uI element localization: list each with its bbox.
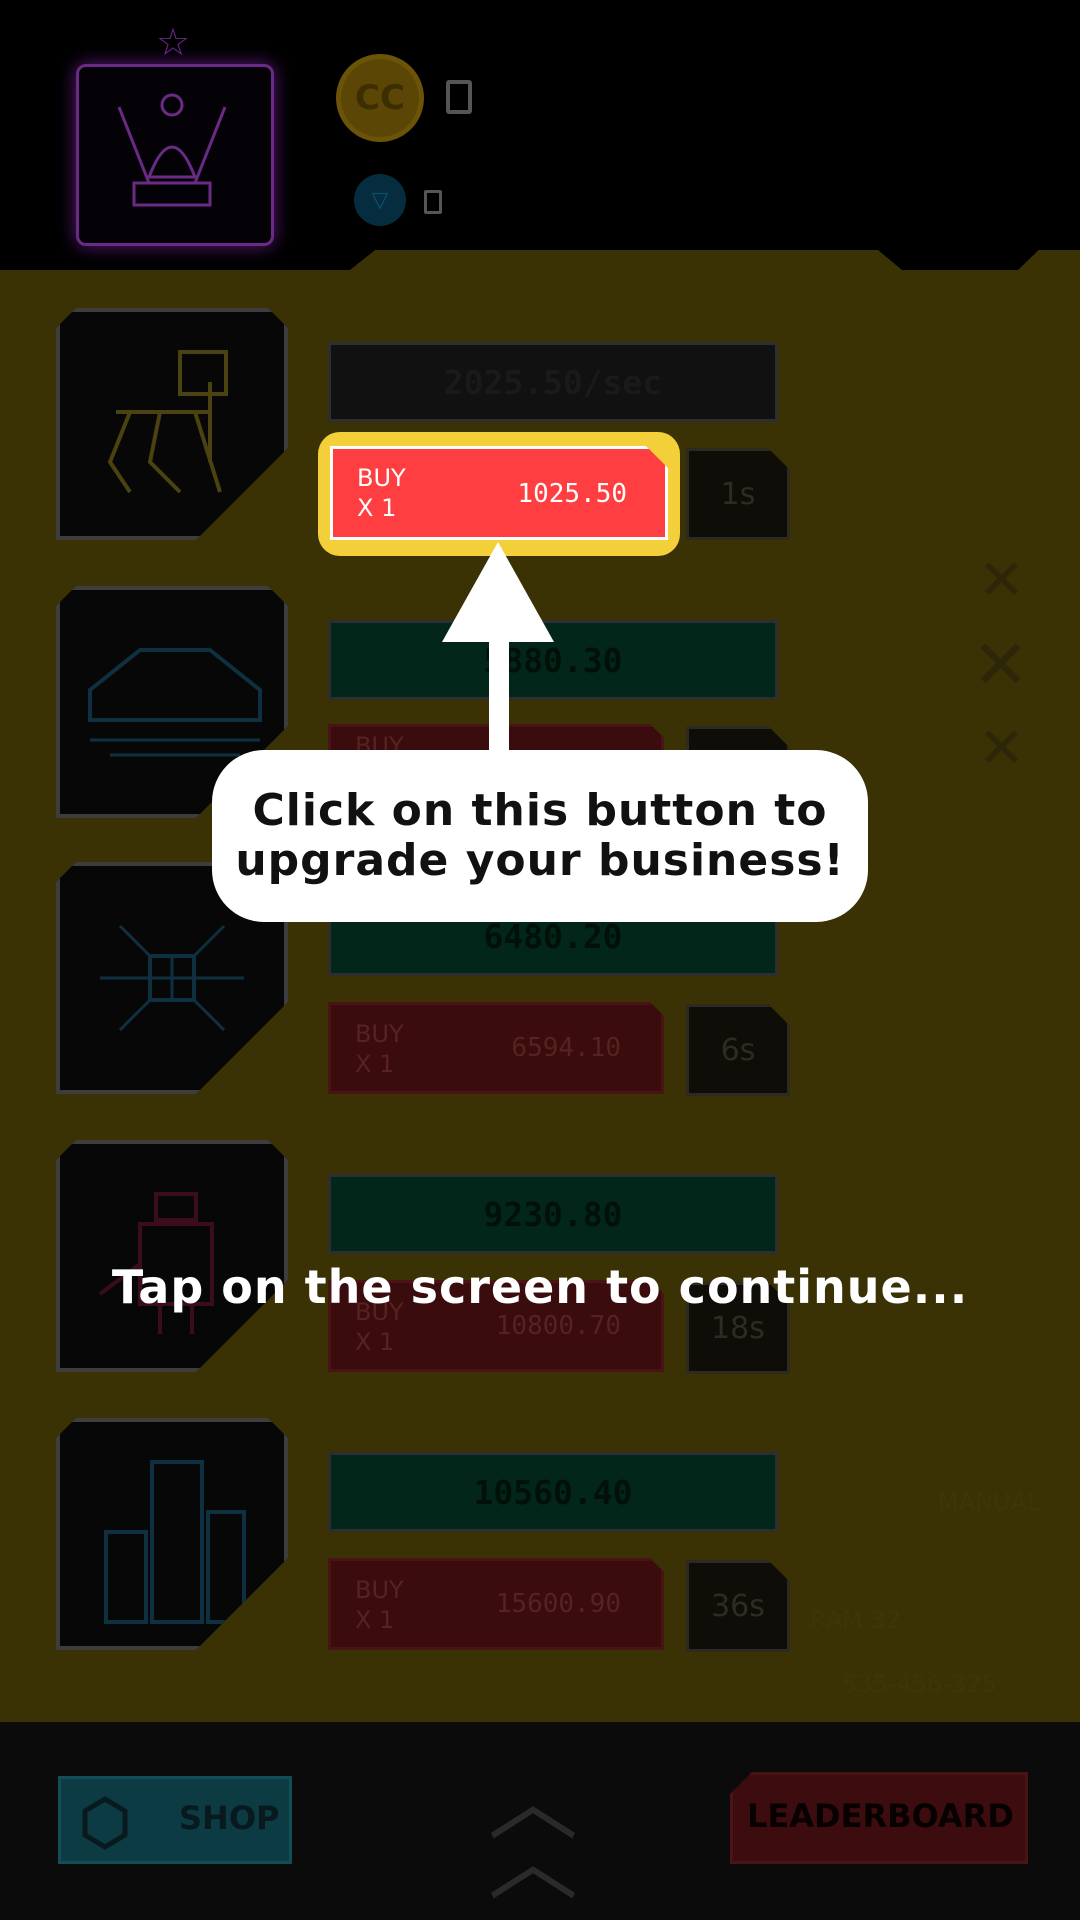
decor-ram: RAM 32 [810,1606,901,1634]
coin-label: CC [355,78,405,118]
shop-label: SHOP [179,1799,280,1837]
decor-x-icon: ✕ [978,548,1025,613]
buy-button-3[interactable]: BUY X 1 6594.10 [328,1002,664,1094]
income-rate-4: 9230.80 [328,1174,778,1254]
income-rate-5: 10560.40 [328,1452,778,1532]
tutorial-line-2: upgrade your business! [235,835,845,886]
timer-3: 6s [686,1004,790,1096]
shop-button[interactable]: SHOP [58,1776,292,1864]
decor-x-icon: ✕ [978,716,1025,781]
buy-label-3: BUY X 1 [355,1020,404,1078]
leaderboard-button[interactable]: LEADERBOARD [730,1772,1028,1864]
buy-button-1[interactable]: BUY X 1 1025.50 [330,446,668,540]
gem-icon: ▽ [354,174,406,226]
decor-serial: 535-456-325 [842,1670,997,1698]
gem-balance [424,190,442,214]
tutorial-arrow-icon [442,542,554,642]
buy-price-1: 1025.50 [517,479,627,509]
decor-x-icon: ✕ [972,626,1029,705]
buy-label-1: BUY X 1 [357,464,406,522]
shop-box-icon [82,1796,128,1850]
coin-icon: CC [336,54,424,142]
coin-balance [446,80,472,114]
tutorial-bubble: Click on this button to upgrade your bus… [212,750,868,922]
buy-price-5: 15600.90 [495,1589,621,1619]
tutorial-arrow-stem [489,636,509,756]
tutorial-line-1: Click on this button to [252,785,828,836]
player-avatar[interactable] [76,64,274,246]
buy-label-5: BUY X 1 [355,1576,404,1634]
timer-1: 1s [686,448,790,540]
tap-to-continue[interactable]: Tap on the screen to continue... [0,1260,1080,1314]
avatar-figure-icon [117,93,227,207]
leaderboard-label: LEADERBOARD [747,1797,1014,1835]
expand-up-chevron-icon[interactable]: ︿ ︿ [488,1757,578,1907]
buy-price-4: 10800.70 [495,1311,621,1341]
income-rate-1: 2025.50/sec [328,342,778,422]
timer-5: 36s [686,1560,790,1652]
rank-star-icon: ☆ [156,20,191,64]
buy-price-3: 6594.10 [511,1033,621,1063]
decor-manual: MANUAL [938,1488,1041,1516]
buy-button-5[interactable]: BUY X 1 15600.90 [328,1558,664,1650]
